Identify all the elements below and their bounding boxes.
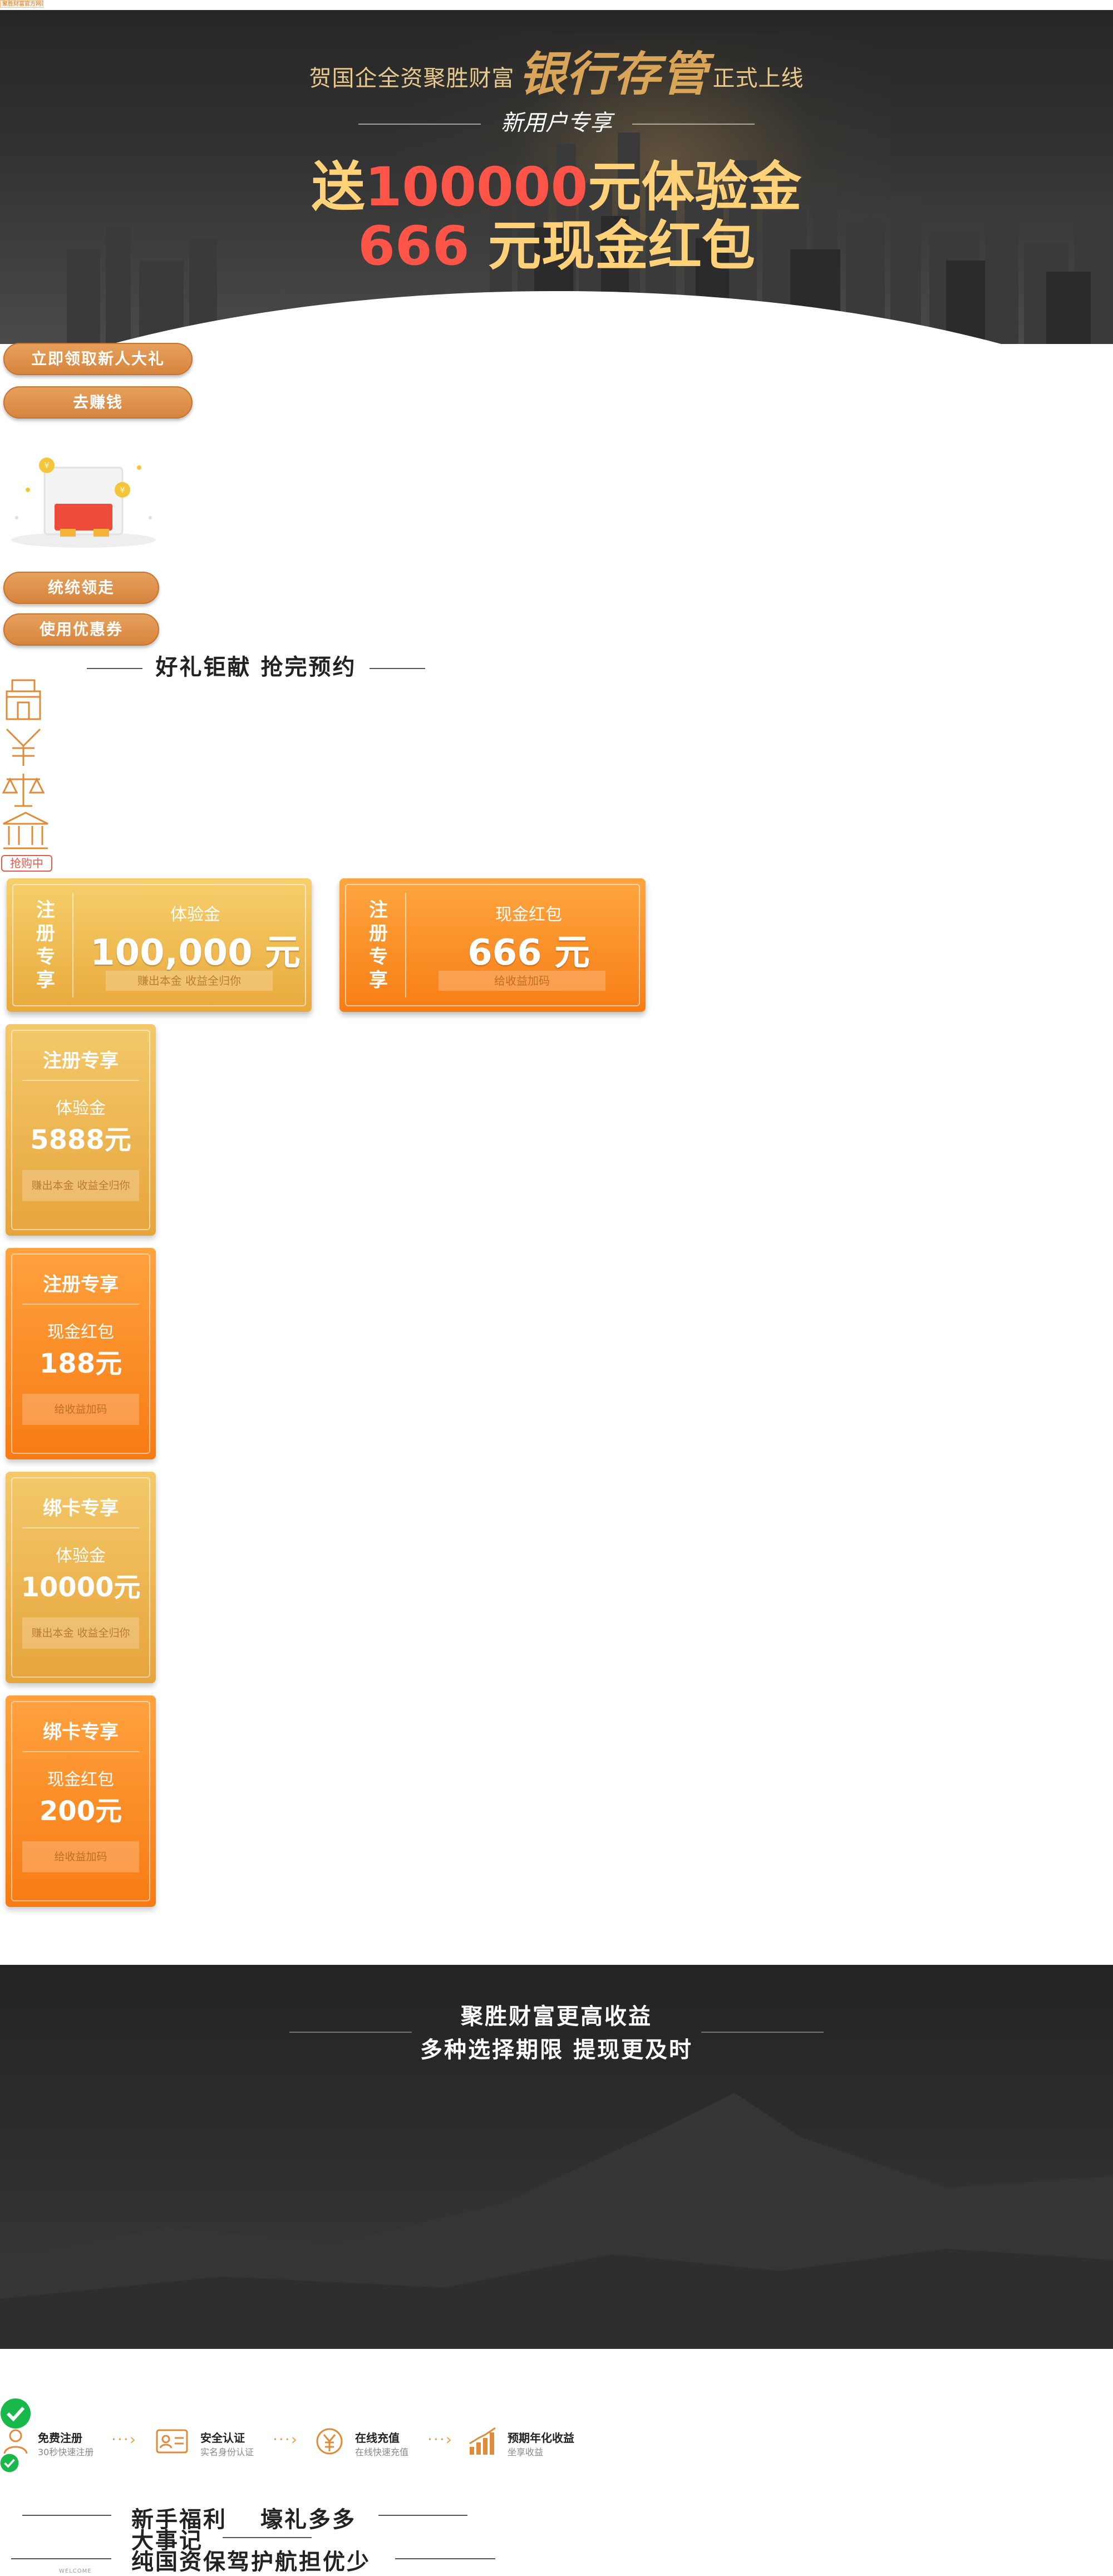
card-note: 给收益加码 <box>22 1394 139 1425</box>
narrow-card-trial-5888[interactable]: 注册专享 体验金 5888元 赚出本金 收益全归你 <box>6 1024 156 1236</box>
card-head: 绑卡专享 <box>43 1721 119 1743</box>
card-note: 给收益加码 <box>22 1841 139 1872</box>
bottom-title-guarantee: 纯国资保驾护航担优少 <box>131 2549 371 2575</box>
hero-highlight: 银行存管 <box>519 46 708 101</box>
take-all-button[interactable]: 统统领走 <box>3 572 159 604</box>
chart-icon <box>469 2427 496 2455</box>
svg-text:¥: ¥ <box>45 461 50 470</box>
step-sub: 在线快速充值 <box>355 2447 409 2457</box>
check-icon <box>0 2454 19 2472</box>
step-sub: 实名身份认证 <box>200 2447 254 2457</box>
narrow-card-trial-10000[interactable]: 绑卡专享 体验金 10000元 赚出本金 收益全归你 <box>6 1472 156 1683</box>
section-gifts-title: 好礼钜献 抢完预约 <box>67 649 445 680</box>
narrow-card-redpacket-200[interactable]: 绑卡专享 现金红包 200元 给收益加码 <box>6 1695 156 1907</box>
card-head: 注册专享 <box>43 1274 119 1296</box>
card-head: 绑卡专享 <box>43 1497 119 1520</box>
step-title: 安全认证 <box>200 2431 245 2445</box>
card-label: 现金红包 <box>47 1770 114 1790</box>
card-label: 现金红包 <box>495 905 562 925</box>
on-sale-badge: 抢购中 <box>1 855 52 872</box>
claim-gift-button[interactable]: 立即领取新人大礼 <box>3 343 193 375</box>
step-sub: 坐享收益 <box>508 2447 544 2457</box>
arrow-icon: ···› <box>273 2430 298 2449</box>
hero-offer-redpacket: 666 元现金红包 <box>358 215 755 277</box>
wide-card-trial-gold[interactable]: 注册专享 体验金 100,000 元 赚出本金 收益全归你 <box>7 878 312 1012</box>
tower-icon <box>6 679 41 720</box>
scale-icon <box>2 774 45 807</box>
divider <box>11 2558 111 2559</box>
arrow-icon: ···› <box>111 2430 137 2449</box>
card-amount: 100,000 元 <box>90 932 301 974</box>
card-label: 体验金 <box>56 1099 106 1118</box>
id-card-icon <box>156 2429 188 2454</box>
narrow-card-redpacket-188[interactable]: 注册专享 现金红包 188元 给收益加码 <box>6 1248 156 1459</box>
card-note: 赚出本金 收益全归你 <box>22 1618 139 1649</box>
yuan-recharge-icon <box>316 2428 343 2455</box>
hero-headline: 贺国企全资聚胜财富银行存管 正式上线 <box>309 46 804 101</box>
wide-card-redpacket[interactable]: 注册专享 现金红包 666 元 给收益加码 <box>339 878 646 1012</box>
mountain-background <box>0 2093 1113 2349</box>
card-note: 赚出本金 收益全归你 <box>106 971 273 991</box>
card-amount: 666 元 <box>467 932 590 974</box>
dark-title: 聚胜财富更高收益 <box>461 2004 652 2029</box>
dark-promo-section: 聚胜财富更高收益 多种选择期限 提现更及时 <box>0 1965 1113 2349</box>
svg-text:¥: ¥ <box>120 486 125 495</box>
card-label: 体验金 <box>56 1546 106 1566</box>
gift-illustration: ¥ ¥ <box>11 458 156 548</box>
hero-banner: 贺国企全资聚胜财富银行存管 正式上线 新用户专享 送100000元体验金 666 … <box>0 10 1113 344</box>
card-note: 赚出本金 收益全归你 <box>22 1170 139 1201</box>
card-amount: 5888元 <box>30 1124 131 1156</box>
earn-button[interactable]: 去赚钱 <box>3 386 193 419</box>
user-icon <box>3 2429 28 2454</box>
card-amount: 188元 <box>39 1348 122 1379</box>
divider <box>395 2558 495 2559</box>
dark-subtitle: 多种选择期限 提现更及时 <box>420 2037 693 2063</box>
card-amount: 10000元 <box>21 1572 141 1603</box>
divider <box>378 2515 467 2516</box>
step-title: 免费注册 <box>38 2431 82 2445</box>
yuan-coin-icon <box>6 728 41 766</box>
check-icon <box>1 2398 31 2428</box>
hero-subtitle: 新用户专享 <box>0 105 1113 137</box>
top-tag: 聚胜财富官方网站 <box>0 0 43 8</box>
card-label: 现金红包 <box>47 1323 114 1342</box>
divider <box>22 2515 111 2516</box>
welcome-label: WELCOME <box>59 2568 92 2574</box>
card-head: 注册专享 <box>43 1050 119 1072</box>
card-label: 体验金 <box>170 905 220 925</box>
use-coupon-button[interactable]: 使用优惠券 <box>3 613 159 646</box>
card-amount: 200元 <box>39 1796 122 1827</box>
divider <box>223 2537 312 2538</box>
step-sub: 30秒快速注册 <box>38 2447 94 2457</box>
arrow-icon: ···› <box>427 2430 453 2449</box>
step-title: 预期年化收益 <box>508 2431 574 2445</box>
card-note: 给收益加码 <box>439 971 605 991</box>
bank-icon <box>3 812 48 849</box>
step-title: 在线充值 <box>355 2431 400 2445</box>
